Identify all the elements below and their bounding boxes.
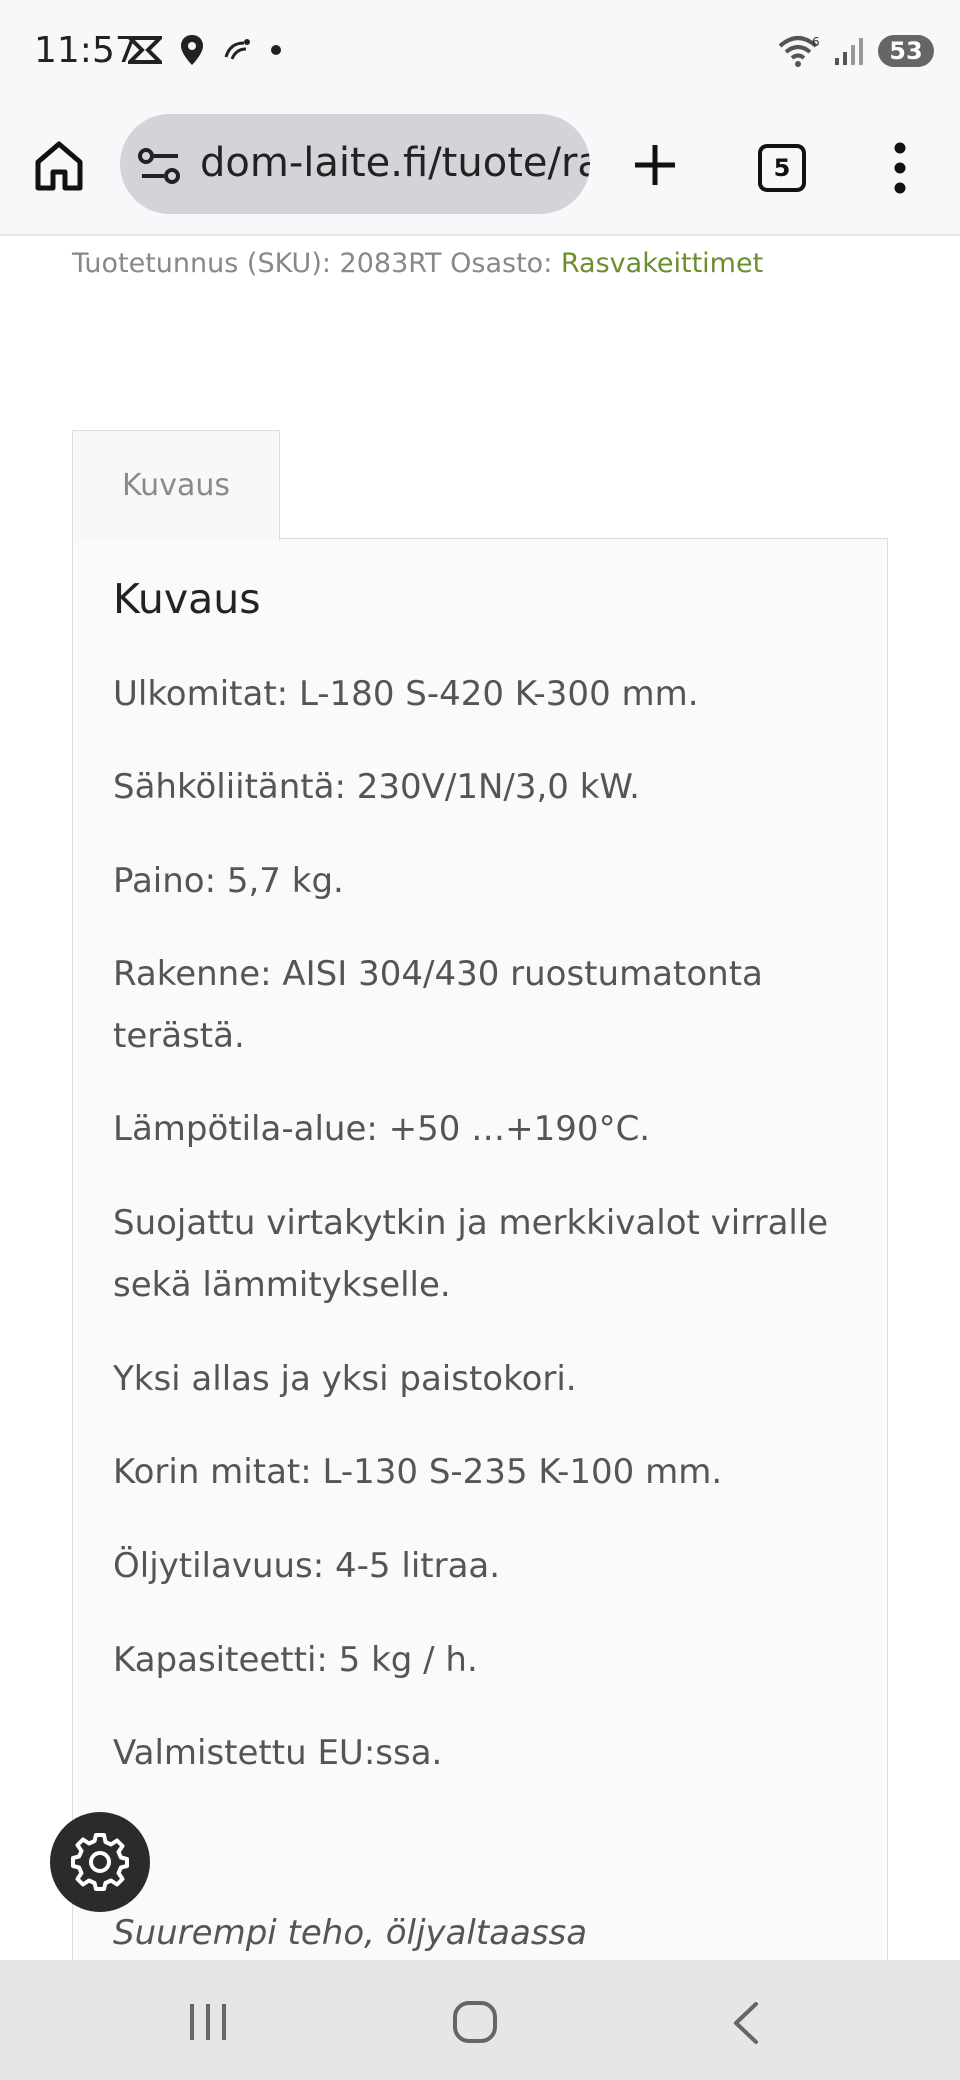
home-nav-button[interactable] <box>452 2000 498 2044</box>
status-time: 11:57 <box>34 30 138 71</box>
desc-item: Kapasiteetti: 5 kg / h. <box>113 1640 478 1680</box>
desc-item: Lämpötila-alue: +50 …+190°C. <box>113 1109 651 1149</box>
signal-badge: 6 <box>812 35 820 49</box>
status-icons-right: 6 53 <box>778 34 934 68</box>
menu-button[interactable] <box>882 140 918 196</box>
tabs-icon[interactable]: 5 <box>758 144 806 192</box>
sku-label: Tuotetunnus (SKU): <box>72 248 331 279</box>
desc-item: Ulkomitat: L-180 S-420 K-300 mm. <box>113 674 699 714</box>
desc-item: Suojattu virtakytkin ja merkkivalot virr… <box>113 1203 829 1305</box>
home-icon <box>35 141 83 191</box>
url-bar[interactable]: dom-laite.fi/tuote/rasvakeitin <box>120 114 590 214</box>
status-bar: 11:57 6 53 <box>0 0 960 110</box>
gear-icon <box>71 1833 129 1891</box>
dot-icon <box>271 45 281 55</box>
more-vert-icon <box>894 142 906 194</box>
wifi-icon: 6 <box>778 35 820 67</box>
system-nav-bar <box>0 1960 960 2080</box>
cookie-settings-button[interactable] <box>50 1812 150 1912</box>
recents-icon <box>190 2004 226 2040</box>
browser-toolbar: dom-laite.fi/tuote/rasvakeitin 5 <box>0 110 960 236</box>
panel-title: Kuvaus <box>113 575 261 623</box>
url-text: dom-laite.fi/tuote/rasvakeitin <box>200 140 590 186</box>
notification-icon <box>128 36 162 64</box>
plus-icon <box>635 145 675 185</box>
recents-button[interactable] <box>186 2002 230 2042</box>
signal-icon <box>835 38 863 65</box>
description-panel: Kuvaus Ulkomitat: L-180 S-420 K-300 mm. … <box>72 538 888 2058</box>
home-button[interactable] <box>34 140 90 200</box>
site-settings-button[interactable] <box>138 146 182 186</box>
product-meta: Tuotetunnus (SKU): 2083RT Osasto: Rasvak… <box>72 248 763 279</box>
back-icon <box>734 2002 758 2044</box>
back-nav-button[interactable] <box>728 2000 764 2046</box>
sku-value: 2083RT <box>339 248 442 279</box>
desc-item: Sähköliitäntä: 230V/1N/3,0 kW. <box>113 767 640 807</box>
tab-kuvaus[interactable]: Kuvaus <box>72 430 280 540</box>
location-icon <box>181 35 203 65</box>
desc-item: Korin mitat: L-130 S-235 K-100 mm. <box>113 1452 723 1492</box>
category-label: Osasto: <box>450 248 553 279</box>
category-link[interactable]: Rasvakeittimet <box>561 248 763 279</box>
cloud-sync-icon <box>224 39 250 60</box>
battery-icon: 53 <box>878 35 934 67</box>
desc-item: Rakenne: AISI 304/430 ruostumatonta terä… <box>113 954 763 1056</box>
new-tab-button[interactable] <box>630 140 680 190</box>
desc-italic-text: Suurempi teho, öljyaltaassa <box>113 1913 588 1953</box>
status-icons-left <box>128 34 282 66</box>
desc-item: Paino: 5,7 kg. <box>113 861 344 901</box>
desc-item: Öljytilavuus: 4-5 litraa. <box>113 1546 501 1586</box>
home-circle-icon <box>453 2001 497 2043</box>
desc-item: Yksi allas ja yksi paistokori. <box>113 1359 577 1399</box>
desc-item: Valmistettu EU:ssa. <box>113 1733 443 1773</box>
site-settings-icon <box>138 148 180 184</box>
